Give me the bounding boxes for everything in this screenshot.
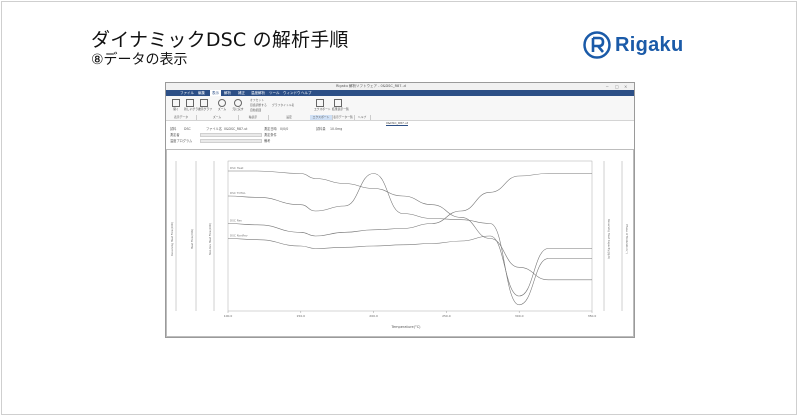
slide-title: ダイナミックDSC の解析手順 — [91, 29, 349, 51]
measure-date-label: 測定日時 — [264, 127, 277, 131]
export-button[interactable]: エクスポート — [314, 99, 331, 111]
program-field — [200, 139, 262, 143]
group-zoom: ズーム — [196, 115, 239, 120]
logo-wordmark: Rigaku — [615, 33, 684, 56]
x-axis-label: Temperature(°C) — [390, 325, 421, 329]
list-icon — [334, 99, 342, 107]
right-axis-label: Phase of Modulation(°) — [625, 224, 629, 254]
rigaku-emblem-icon — [583, 31, 611, 59]
sample-name: DSC — [184, 127, 191, 131]
app-screenshot: Rigaku 解析ソフトウェア - 0&DSC_R87..d ─ □ × ファイ… — [165, 82, 635, 338]
group-axis: 軸表示 — [238, 115, 269, 120]
group-display-data: 表示データ — [166, 115, 197, 120]
close-icon[interactable]: × — [624, 84, 627, 89]
export-icon — [316, 99, 324, 107]
rigaku-logo: Rigaku — [583, 31, 683, 59]
file-label: ファイル名 — [206, 127, 222, 131]
ribbon-option-auto[interactable]: 自動範囲 — [250, 109, 261, 112]
ribbon-option-offset[interactable]: オフセット — [250, 99, 264, 102]
ribbon-option-scale[interactable]: 目盛調整する — [250, 104, 267, 107]
left-axis-label: Heat Flow(mW) — [190, 229, 194, 249]
document-tabstrip: 0&DSC_R87.ut — [166, 121, 634, 126]
left-axis-label: Non-Rev Heat Flow(mW) — [208, 223, 212, 255]
zoom-icon — [218, 99, 226, 107]
x-tick-label: 100.0 — [224, 314, 233, 318]
group-export: エクスポート — [310, 115, 333, 120]
window-title: Rigaku 解析ソフトウェア - 0&DSC_R87..d — [336, 84, 406, 88]
series-label: DSC Heat — [230, 166, 244, 170]
x-tick-label: 200.0 — [369, 314, 378, 318]
x-tick-label: 250.0 — [442, 314, 451, 318]
condition-label: 測定条件 — [264, 133, 277, 137]
group-help: ヘルプ — [354, 115, 371, 120]
undo-icon — [234, 99, 242, 107]
group-settings: 設定 — [268, 115, 311, 120]
sample-label: 試料 — [170, 127, 177, 131]
chart-frame — [166, 149, 634, 337]
series-label: DSC Rev — [230, 219, 242, 223]
zoom-button[interactable]: ズーム — [216, 99, 228, 111]
graph-new-icon — [186, 99, 194, 107]
result-list-button[interactable]: 結果表示一覧 — [332, 99, 349, 111]
ribbon-option-graph-title[interactable]: グラフタイトル名 — [272, 104, 294, 107]
graph-icon — [200, 99, 208, 107]
operator-field — [200, 133, 262, 137]
note-label: 備考 — [264, 139, 271, 143]
document-tab[interactable]: 0&DSC_R87.ut — [386, 121, 408, 126]
right-axis-label: Reversing Heat Capacity(J/g·K) — [607, 219, 611, 259]
weight-value: 10.0mg — [330, 127, 343, 131]
slide-subtitle: ⑧データの表示 — [91, 52, 188, 68]
series-label: DSC NonRev — [230, 234, 248, 238]
undo-button[interactable]: 元に戻す — [232, 99, 244, 111]
ribbon-toolbar: 開く 新しいグラフ 表示グラフ ズーム 元に戻す オフセット 目盛調整する 自動… — [166, 96, 634, 121]
left-axis-label: Reversing Heat Flow(mW) — [170, 222, 174, 256]
operator-label: 測定者 — [170, 133, 180, 137]
weight-label: 試料量 — [316, 127, 326, 131]
measure-date-value: 0/0/0 — [280, 127, 289, 131]
x-tick-label: 150.0 — [297, 314, 306, 318]
folder-icon — [172, 99, 180, 107]
maximize-icon[interactable]: □ — [615, 84, 619, 89]
minimize-icon[interactable]: ─ — [606, 84, 608, 89]
x-tick-label: 300.0 — [515, 314, 524, 318]
file-name: 0&DSC_R87.ut — [224, 127, 248, 131]
group-data-list: 表示データ一覧 — [332, 115, 355, 120]
dsc-chart: Reversing Heat Flow(mW) Heat Flow(mW) Non-… — [166, 149, 634, 337]
series-label: DSC TOTAL — [230, 191, 246, 195]
open-button[interactable]: 開く — [170, 99, 182, 111]
x-tick-label: 350.0 — [588, 314, 597, 318]
show-graph-button[interactable]: 表示グラフ — [198, 99, 212, 111]
new-graph-button[interactable]: 新しいグラフ — [184, 99, 201, 111]
program-label: 温度プログラム — [170, 139, 193, 143]
